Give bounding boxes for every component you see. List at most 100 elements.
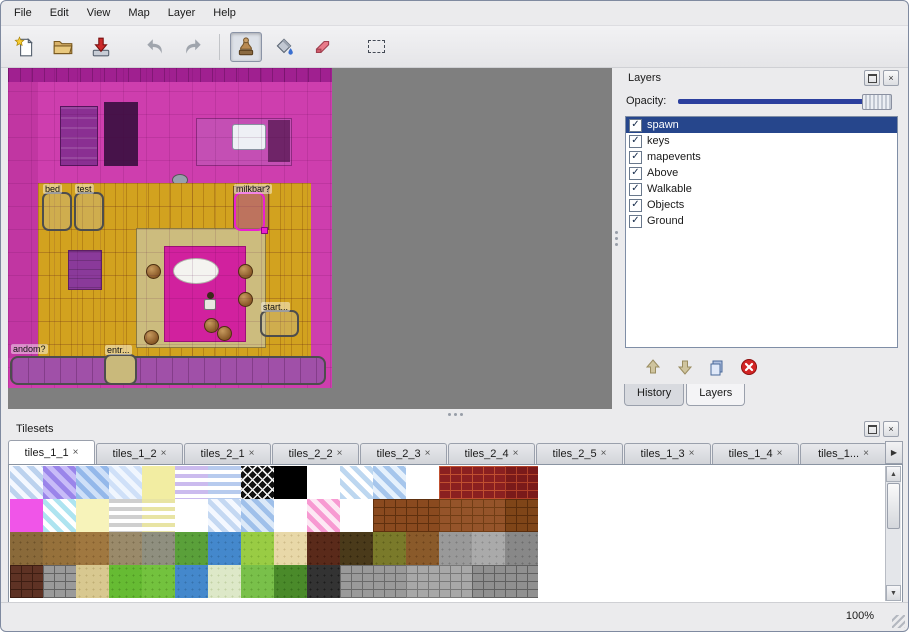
- map-object-entrance[interactable]: [104, 354, 137, 385]
- tileset-scrollbar[interactable]: ▲ ▼: [885, 466, 901, 601]
- tile-cell[interactable]: [241, 532, 274, 565]
- close-tab-icon[interactable]: ×: [249, 449, 255, 459]
- tile-cell[interactable]: [109, 532, 142, 565]
- menu-layer[interactable]: Layer: [159, 4, 205, 22]
- layer-checkbox[interactable]: ✓: [629, 199, 642, 212]
- menu-help[interactable]: Help: [204, 4, 245, 22]
- rect-select-button[interactable]: [360, 32, 392, 62]
- menu-map[interactable]: Map: [119, 4, 158, 22]
- layer-row-ground[interactable]: ✓ Ground: [626, 213, 897, 229]
- opacity-slider[interactable]: [678, 93, 897, 109]
- tile-cell[interactable]: [340, 532, 373, 565]
- selection-handle[interactable]: [261, 227, 268, 234]
- menu-file[interactable]: File: [5, 4, 41, 22]
- tile-cell[interactable]: [76, 532, 109, 565]
- tile-cell[interactable]: [274, 466, 307, 499]
- lower-layer-button[interactable]: [674, 356, 696, 378]
- tile-cell[interactable]: [208, 565, 241, 598]
- close-panel-button[interactable]: ×: [883, 70, 899, 86]
- tile-cell[interactable]: [241, 466, 274, 499]
- tile-cell[interactable]: [472, 466, 505, 499]
- close-tab-icon[interactable]: ×: [337, 449, 343, 459]
- tileset-tab[interactable]: tiles_1_1 ×: [8, 440, 95, 464]
- scroll-up-icon[interactable]: ▲: [886, 466, 901, 482]
- close-tab-icon[interactable]: ×: [425, 449, 431, 459]
- layer-checkbox[interactable]: ✓: [629, 215, 642, 228]
- menu-edit[interactable]: Edit: [41, 4, 78, 22]
- tile-cell[interactable]: [373, 532, 406, 565]
- close-tab-icon[interactable]: ×: [863, 449, 869, 459]
- tab-scroll-right-button[interactable]: ▶: [885, 441, 903, 464]
- tile-cell[interactable]: [10, 532, 43, 565]
- layer-row-walkable[interactable]: ✓ Walkable: [626, 181, 897, 197]
- tile-cell[interactable]: [439, 466, 472, 499]
- tile-cell[interactable]: [472, 565, 505, 598]
- tile-cell[interactable]: [76, 499, 109, 532]
- tile-cell[interactable]: [43, 565, 76, 598]
- raise-layer-button[interactable]: [642, 356, 664, 378]
- tileset-tab[interactable]: tiles_1_3 ×: [624, 443, 711, 464]
- tile-cell[interactable]: [43, 466, 76, 499]
- tileset-tab[interactable]: tiles_2_4 ×: [448, 443, 535, 464]
- vertical-splitter[interactable]: [612, 68, 620, 409]
- layer-checkbox[interactable]: ✓: [629, 119, 642, 132]
- float-panel-button[interactable]: [864, 70, 880, 86]
- tile-cell[interactable]: [439, 499, 472, 532]
- tile-cell[interactable]: [274, 565, 307, 598]
- tile-cell[interactable]: [406, 466, 439, 499]
- eraser-button[interactable]: [306, 32, 338, 62]
- tile-cell[interactable]: [142, 565, 175, 598]
- tileset-tab[interactable]: tiles_1_4 ×: [712, 443, 799, 464]
- tileset-tab[interactable]: tiles_2_2 ×: [272, 443, 359, 464]
- map-object-milkbar[interactable]: [234, 192, 265, 231]
- tile-cell[interactable]: [406, 532, 439, 565]
- tile-cell[interactable]: [307, 466, 340, 499]
- tile-cell[interactable]: [307, 499, 340, 532]
- close-tab-icon[interactable]: ×: [513, 449, 519, 459]
- tile-cell[interactable]: [109, 565, 142, 598]
- tile-cell[interactable]: [406, 499, 439, 532]
- layer-checkbox[interactable]: ✓: [629, 167, 642, 180]
- tile-cell[interactable]: [274, 499, 307, 532]
- save-button[interactable]: [85, 32, 117, 62]
- layer-row-mapevents[interactable]: ✓ mapevents: [626, 149, 897, 165]
- tile-cell[interactable]: [373, 499, 406, 532]
- undo-button[interactable]: [139, 32, 171, 62]
- tile-cell[interactable]: [307, 532, 340, 565]
- close-tab-icon[interactable]: ×: [161, 449, 167, 459]
- tab-history[interactable]: History: [624, 384, 684, 406]
- scrollbar-track[interactable]: [886, 482, 901, 585]
- tileset-tab[interactable]: tiles_1_2 ×: [96, 443, 183, 464]
- scrollbar-thumb[interactable]: [887, 483, 900, 529]
- tileset-tab[interactable]: tiles_2_3 ×: [360, 443, 447, 464]
- layer-checkbox[interactable]: ✓: [629, 183, 642, 196]
- tile-cell[interactable]: [340, 499, 373, 532]
- open-button[interactable]: [47, 32, 79, 62]
- duplicate-layer-button[interactable]: [706, 356, 728, 378]
- tile-cell[interactable]: [208, 499, 241, 532]
- tile-cell[interactable]: [142, 499, 175, 532]
- close-tab-icon[interactable]: ×: [689, 449, 695, 459]
- map-object-start[interactable]: [260, 310, 299, 337]
- close-panel-button[interactable]: ×: [883, 421, 899, 437]
- tile-cell[interactable]: [340, 565, 373, 598]
- tile-cell[interactable]: [109, 499, 142, 532]
- scroll-down-icon[interactable]: ▼: [886, 585, 901, 601]
- layer-row-objects[interactable]: ✓ Objects: [626, 197, 897, 213]
- tile-cell[interactable]: [439, 532, 472, 565]
- tile-cell[interactable]: [142, 532, 175, 565]
- tile-cell[interactable]: [373, 565, 406, 598]
- tile-cell[interactable]: [10, 565, 43, 598]
- tile-cell[interactable]: [142, 466, 175, 499]
- tile-cell[interactable]: [208, 532, 241, 565]
- tile-cell[interactable]: [43, 532, 76, 565]
- tile-cell[interactable]: [307, 565, 340, 598]
- layer-checkbox[interactable]: ✓: [629, 151, 642, 164]
- menu-view[interactable]: View: [78, 4, 120, 22]
- resize-grip[interactable]: [892, 615, 905, 628]
- tile-cell[interactable]: [175, 466, 208, 499]
- stamp-brush-button[interactable]: [230, 32, 262, 62]
- close-tab-icon[interactable]: ×: [777, 449, 783, 459]
- map-canvas[interactable]: bed test milkbar? start... andom? entr..…: [8, 68, 332, 388]
- opacity-slider-handle[interactable]: [862, 94, 892, 110]
